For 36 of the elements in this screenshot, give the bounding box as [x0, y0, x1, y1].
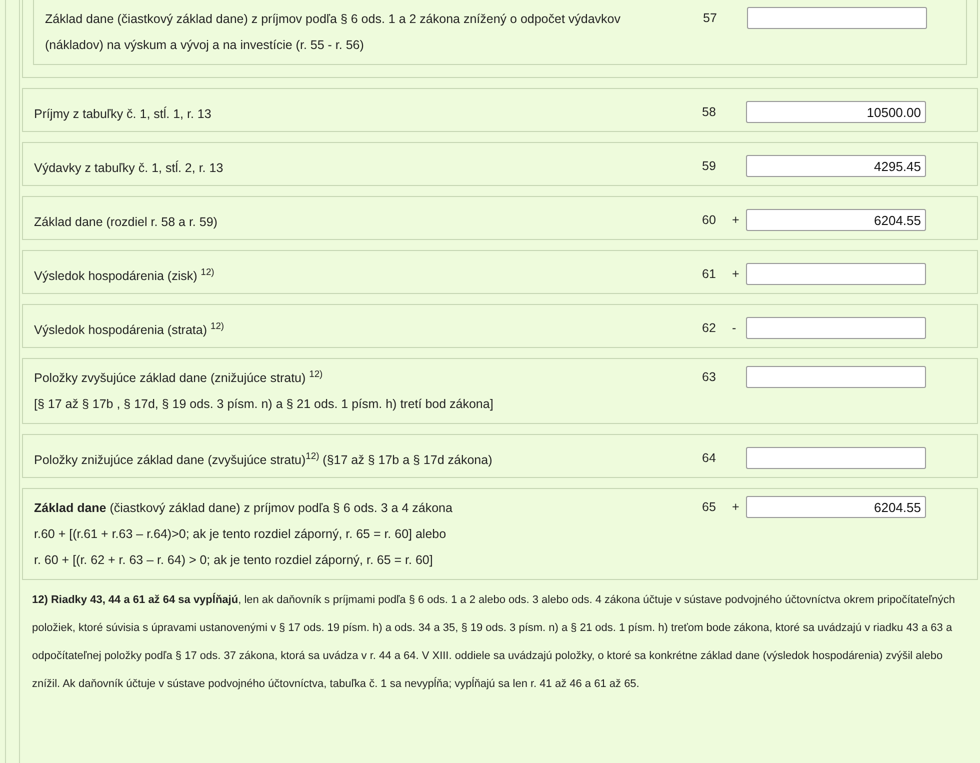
sign: +: [732, 500, 740, 514]
row-label: [§ 17 až § 17b , § 17d, § 19 ods. 3 písm. n) a § 21 ods. 1 písm. h) tretí bod zákona]: [34, 396, 494, 413]
line-number: 57: [703, 10, 718, 27]
line-number: 65: [702, 498, 717, 516]
line-number: 62: [702, 320, 717, 337]
line-number: 63: [702, 368, 717, 386]
line-number: 59: [702, 158, 717, 175]
amount-field[interactable]: 6204.55: [746, 209, 926, 231]
row-label: Základ dane (čiastkový základ dane) z príjmov podľa § 6 ods. 1 a 2 zákona znížený o odpočet výdavkov: [45, 11, 622, 28]
row-label: r. 60 + [(r. 62 + r. 63 – r. 64) > 0; ak je tento rozdiel záporný, r. 65 = r. 60]: [34, 552, 434, 569]
row-label: Základ dane (rozdiel r. 58 a r. 59): [34, 214, 218, 231]
amount-field[interactable]: [746, 263, 926, 285]
line-number: 61: [702, 266, 717, 283]
row-label: (nákladov) na výskum a vývoj a na investície (r. 55 - r. 56): [45, 37, 365, 54]
sign: +: [732, 212, 740, 227]
amount-field[interactable]: [746, 317, 926, 339]
line-number: 58: [702, 104, 717, 121]
amount-field[interactable]: 6204.55: [746, 496, 926, 518]
row-label: Výdavky z tabuľky č. 1, stĺ. 2, r. 13: [34, 160, 224, 177]
line-number: 60: [702, 212, 717, 229]
sign: -: [732, 320, 736, 335]
row-label: Položky zvyšujúce základ dane (znižujúce stratu) $^{12)}$: [34, 368, 324, 387]
sign: +: [732, 266, 740, 281]
row-label: Príjmy z tabuľky č. 1, stĺ. 1, r. 13: [34, 106, 212, 123]
amount-field[interactable]: [746, 366, 926, 388]
amount-field[interactable]: [746, 447, 926, 469]
row-label: Výsledok hospodárenia (zisk) $^{12)}$: [34, 266, 216, 285]
amount-field[interactable]: [747, 7, 927, 29]
row-label: Položky znižujúce základ dane (zvyšujúce stratu)$^{12)}$ (§17 až § 17b a § 17d zákona): [34, 450, 494, 469]
amount-field[interactable]: 4295.45: [746, 155, 926, 177]
row-label: Výsledok hospodárenia (strata) $^{12)}$: [34, 320, 226, 339]
row-label: r.60 + [(r.61 + r.63 – r.64)>0; ak je tento rozdiel záporný, r. 65 = r. 60] alebo: [34, 526, 448, 543]
footnote-text: 12) Riadky 43, 44 a 61 až 64 sa vypĺňajú, len ak daňovník s príjmami podľa § 6 ods. 1 a 2 alebo ods. 3 alebo ods. 4 zákona účtuje v sústave podvojného účtovníctva okrem pripočítateľných položiek, ktoré súvisia s úpravami ustanovenými v § 17 ods. 19 písm. h) a ods. 34 a 35, § 19 ods. 3 písm. n) a § 21 ods. 1 písm. h) treťom bode zákona, ktoré sa uvádzajú v riadku 43 a 63 a odpočítateľnej položky podľa § 17 ods. 37 zákona, ktorá sa uvádza v r. 44 a 64. V XIII. oddiele sa uvádzajú položky, o ktoré sa konkrétne základ dane (výsledok hospodárenia) zvýšil alebo znížil. Ak daňovník účtuje v sústave podvojného účtovníctva, tabuľka č. 1 sa nevypĺňa; vypĺňajú sa len r. 41 až 46 a 61 až 65.: [31, 592, 956, 692]
amount-field[interactable]: 10500.00: [746, 101, 926, 123]
row-label: Základ dane (čiastkový základ dane) z príjmov podľa § 6 ods. 3 a 4 zákona: [34, 500, 454, 517]
line-number: 64: [702, 450, 717, 467]
